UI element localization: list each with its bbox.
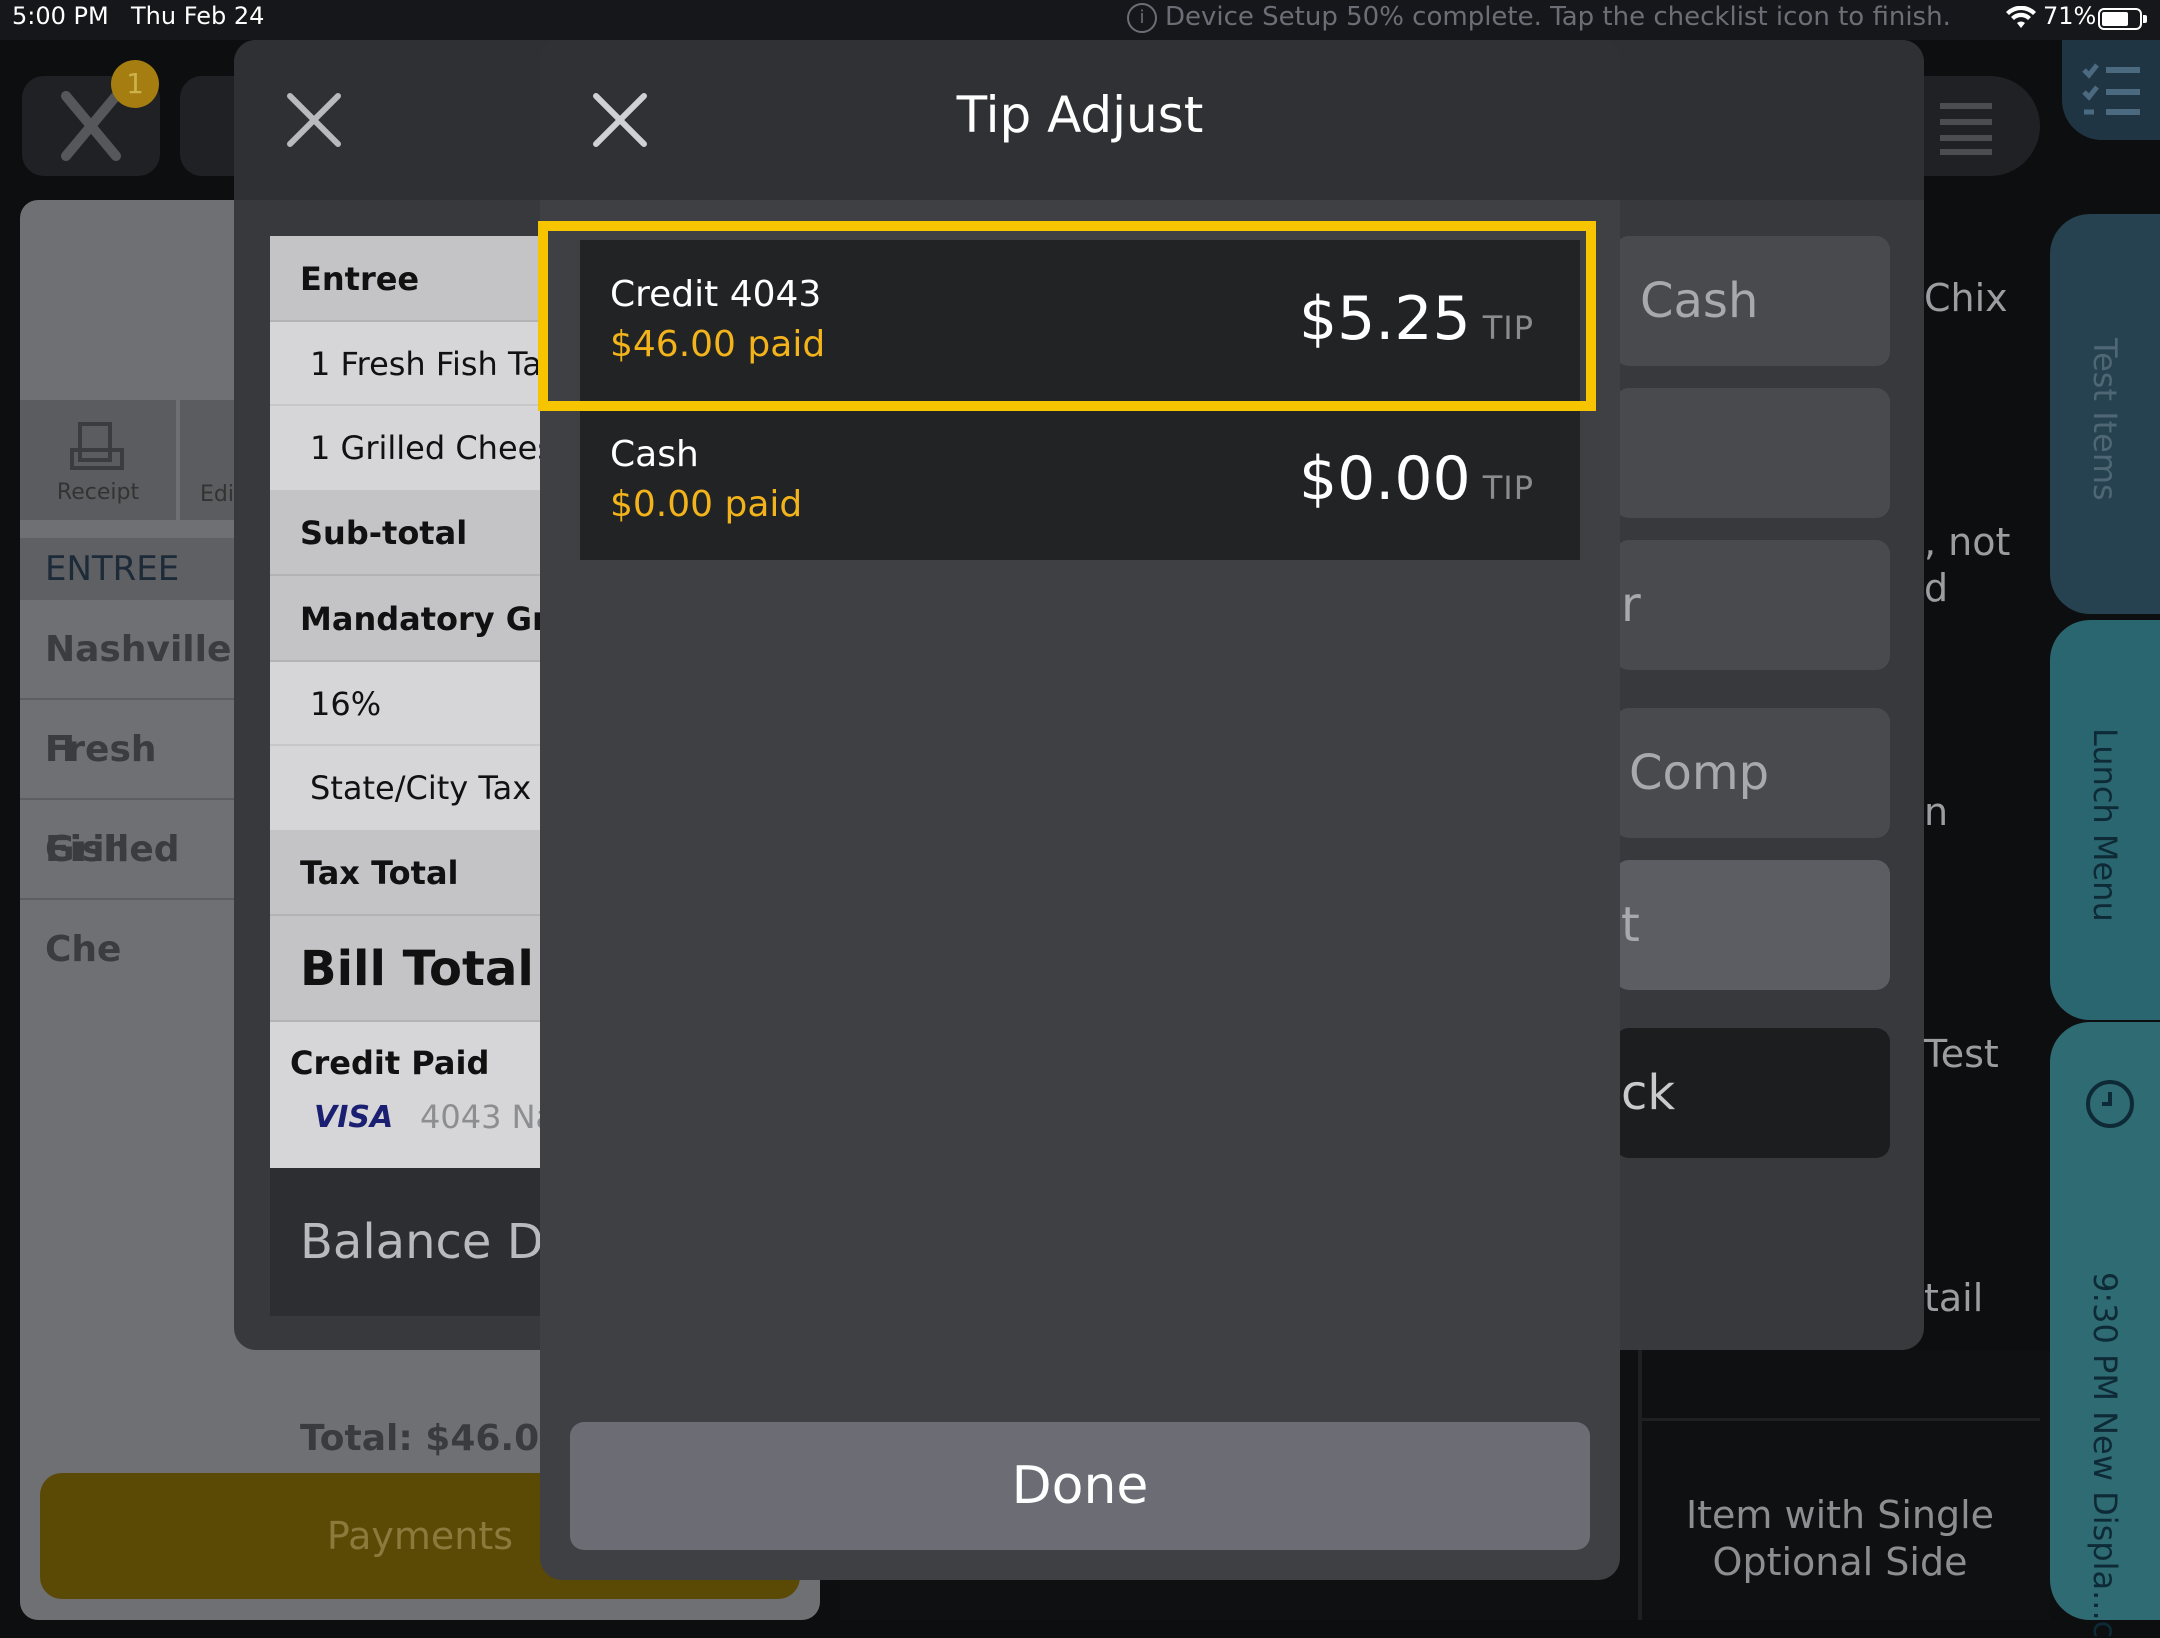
side-tab-new-display[interactable]: 9:30 PM New Displa...c (2050, 1022, 2160, 1638)
highlight-box (538, 221, 1596, 411)
checklist-icon (2082, 63, 2140, 115)
menu-item-row[interactable]: Grilled Che (20, 800, 240, 970)
payment-option-button[interactable]: r (1615, 540, 1890, 670)
edit-label: Edi (200, 482, 234, 507)
menu-item-fragment: Chix (1924, 276, 2008, 320)
device-setup-notice[interactable]: i Device Setup 50% complete. Tap the chec… (1127, 2, 1951, 33)
payment-option-button[interactable]: t (1615, 860, 1890, 990)
side-tab-label: Lunch Menu (2086, 728, 2124, 922)
subtotal-label: Sub-total (270, 490, 570, 576)
credit-paid-label: Credit Paid (290, 1044, 490, 1082)
side-tab-lunch-menu[interactable]: Lunch Menu (2050, 620, 2160, 1020)
cash-button[interactable]: Cash (1615, 236, 1890, 366)
payment-option-button[interactable]: ck (1615, 1028, 1890, 1158)
balance-due-label: Balance Du (270, 1168, 570, 1316)
battery-icon (2098, 8, 2147, 30)
payment-name: Cash (610, 434, 699, 475)
clock-icon (2086, 1080, 2134, 1128)
done-button[interactable]: Done (570, 1422, 1590, 1550)
side-tab-test-items[interactable]: Test Items (2050, 214, 2160, 614)
payment-paid: $0.00 paid (610, 484, 803, 525)
bill-line-item: 1 Grilled Chees (310, 429, 554, 467)
tip-amount[interactable]: $0.00 TIP (1299, 444, 1534, 514)
wifi-icon (2006, 6, 2036, 28)
entree-heading: Entree (270, 236, 570, 322)
mandatory-gratuity-label: Mandatory Gra (270, 576, 570, 662)
tip-adjust-title: Tip Adjust (956, 86, 1204, 144)
status-time: 5:00 PM (12, 2, 109, 30)
bill-total-label: Bill Total (270, 916, 570, 1022)
menu-item-fragment: d (1924, 566, 1949, 610)
notification-badge: 1 (111, 60, 159, 108)
menu-item-row[interactable]: Nashville H (20, 600, 240, 770)
close-icon[interactable] (284, 90, 344, 150)
receipt-button[interactable]: Receipt (20, 400, 176, 520)
status-date: Thu Feb 24 (131, 2, 265, 30)
receipt-icon (70, 422, 124, 470)
visa-icon: VISA (314, 1100, 394, 1135)
side-tab-label: Test Items (2086, 338, 2124, 501)
device-setup-text: Device Setup 50% complete. Tap the check… (1165, 2, 1951, 32)
menu-item-row[interactable]: Fresh Fish (20, 700, 240, 870)
tip-label: TIP (1482, 469, 1534, 507)
menu-item-fragment: n (1924, 790, 1949, 834)
order-total: Total: $46.00 (300, 1418, 565, 1459)
grid-divider (1638, 1350, 1642, 1620)
comp-button[interactable]: Comp (1615, 708, 1890, 838)
menu-item-fragment: Test (1924, 1032, 1999, 1076)
bill-summary: Entree 1 Fresh Fish Tac 1 Grilled Chees … (270, 236, 570, 1316)
tip-value: $0.00 (1298, 444, 1471, 514)
credit-paid-block: Credit Paid VISA 4043 Na (270, 1022, 570, 1168)
menu-item-fragment: tail (1924, 1276, 1984, 1320)
edit-button[interactable]: Edi (180, 400, 236, 520)
info-icon: i (1127, 2, 1157, 33)
checklist-button[interactable] (2062, 40, 2160, 140)
bill-line-item: 1 Fresh Fish Tac (270, 322, 570, 406)
card-detail: 4043 Na (420, 1098, 556, 1136)
menu-item-fragment: , not (1924, 520, 2011, 564)
entree-category: ENTREE (20, 538, 240, 600)
grid-item-label[interactable]: Item with Single Optional Side (1660, 1492, 2020, 1586)
tip-payment-row-cash[interactable]: Cash $0.00 paid $0.00 TIP (580, 400, 1580, 560)
tax-line: State/City Tax (310, 769, 532, 807)
gratuity-percent: 16% (270, 662, 570, 746)
receipt-label: Receipt (56, 480, 140, 505)
grid-divider (1640, 1418, 2040, 1421)
battery-percent: 71% (2043, 2, 2097, 30)
payment-option-button[interactable] (1615, 388, 1890, 518)
tax-total-label: Tax Total (270, 830, 570, 916)
side-tab-label: 9:30 PM New Displa...c (2086, 1272, 2124, 1638)
